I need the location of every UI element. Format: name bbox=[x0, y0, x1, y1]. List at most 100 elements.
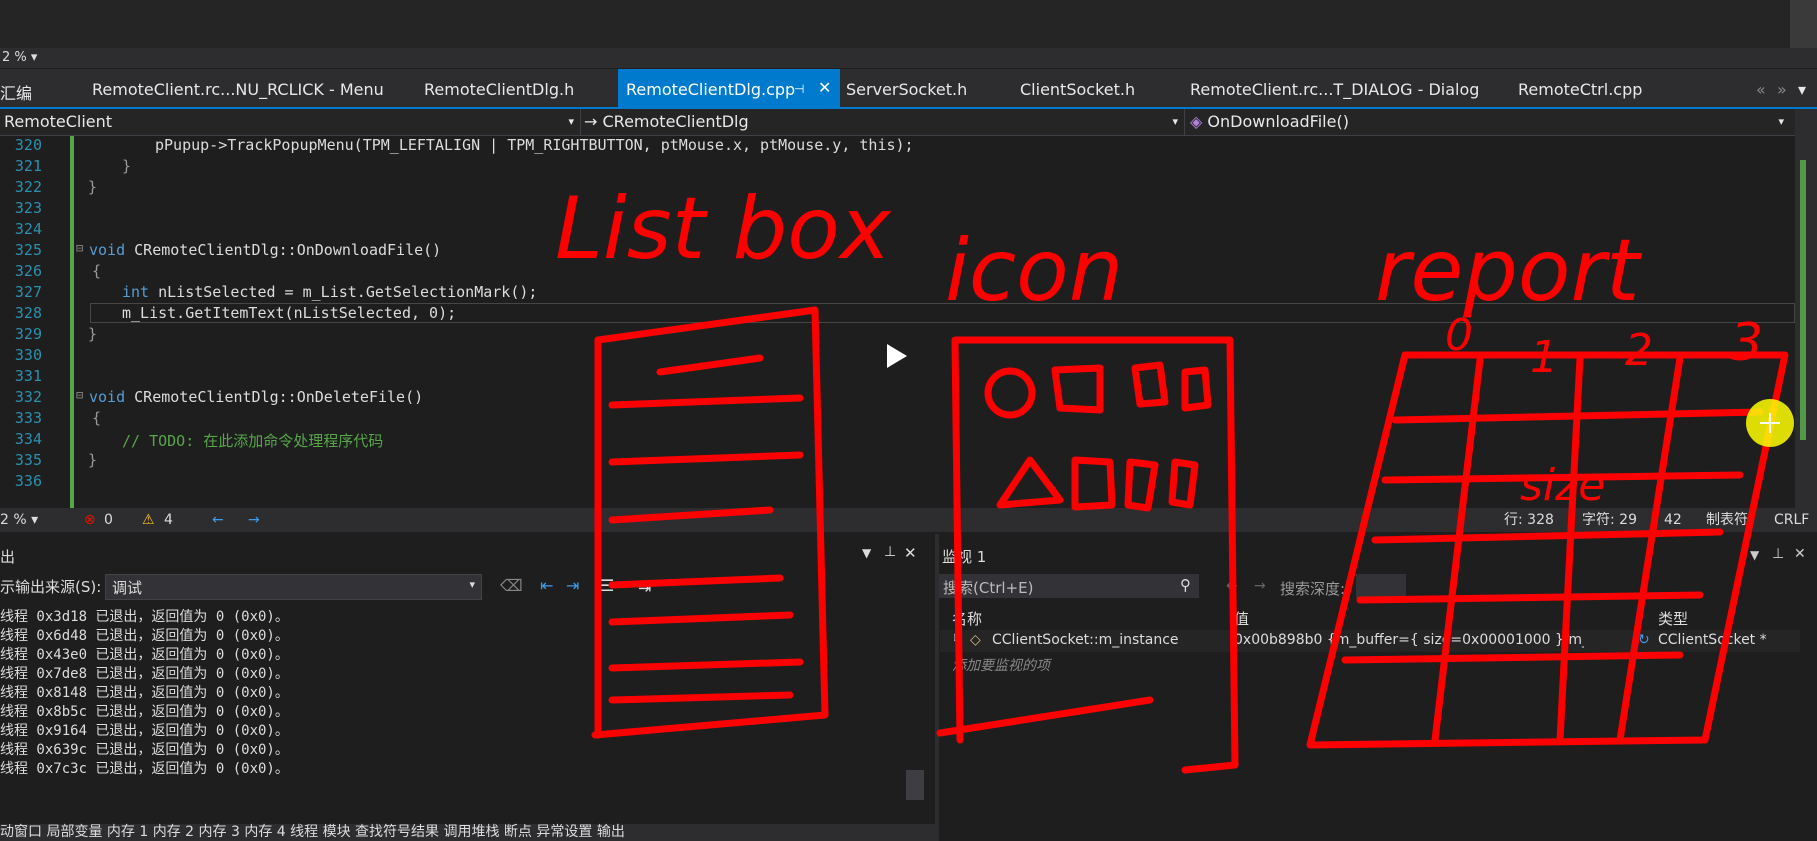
class-name: CRemoteClientDlg bbox=[602, 112, 749, 131]
watch-row-name: CClientSocket::m_instance bbox=[992, 632, 1179, 648]
expand-icon[interactable]: ▷ bbox=[954, 632, 962, 643]
watch-row-type: CClientSocket * bbox=[1658, 632, 1767, 648]
statement: nListSelected = m_List.GetSelectionMark(… bbox=[149, 283, 538, 301]
code-line-327: int nListSelected = m_List.GetSelectionM… bbox=[122, 283, 537, 301]
pin-icon[interactable]: ⊣ bbox=[794, 82, 804, 96]
forward-arrow-icon[interactable]: → bbox=[248, 508, 260, 532]
brace-close: } bbox=[88, 451, 98, 469]
tab-dialog-resource[interactable]: RemoteClient.rc...T_DIALOG - Dialog bbox=[1190, 80, 1479, 99]
log-line: 线程 0x639c 已退出，返回值为 0 (0x0)。 bbox=[0, 742, 289, 758]
code-line-325: void CRemoteClientDlg::OnDownloadFile() bbox=[89, 241, 441, 259]
brace-open: { bbox=[92, 409, 102, 427]
member-name: OnDownloadFile() bbox=[1207, 112, 1349, 131]
output-panel-title: 出 bbox=[0, 548, 16, 566]
output-source-select[interactable]: 调试 ▾ bbox=[105, 574, 482, 600]
top-toolbar-area bbox=[0, 0, 1817, 48]
log-line: 线程 0x3d18 已退出，返回值为 0 (0x0)。 bbox=[0, 609, 289, 625]
brace-open: { bbox=[92, 262, 102, 280]
close-tab-icon[interactable]: ✕ bbox=[818, 78, 831, 97]
project-name: RemoteClient bbox=[4, 112, 113, 131]
code-line-334: // TODO: 在此添加命令处理程序代码 bbox=[122, 432, 384, 450]
output-scrollbar[interactable] bbox=[906, 770, 924, 800]
chevron-down-icon: ▾ bbox=[1172, 115, 1178, 128]
chevron-down-icon: ▾ bbox=[568, 115, 574, 128]
error-icon[interactable]: ⊗ bbox=[84, 508, 96, 532]
column-indicator: 字符: 29 bbox=[1582, 512, 1637, 528]
panel-dropdown-icon[interactable]: ▼ bbox=[1750, 548, 1759, 562]
warning-icon[interactable]: ⚠ bbox=[142, 508, 155, 532]
warning-count: 4 bbox=[164, 512, 173, 528]
tab-remoteclientdlg-cpp[interactable]: RemoteClientDlg.cpp ⊣ ✕ bbox=[618, 69, 840, 107]
watch-column-value: 值 bbox=[1234, 610, 1250, 628]
watch-column-type: 类型 bbox=[1658, 610, 1689, 628]
document-tab-bar: 汇编 RemoteClient.rc...NU_RCLICK - Menu Re… bbox=[0, 69, 1817, 109]
log-line: 线程 0x7de8 已退出，返回值为 0 (0x0)。 bbox=[0, 666, 289, 682]
tab-scroll-left-icon[interactable]: « bbox=[1756, 80, 1766, 99]
chevron-down-icon: ▾ bbox=[1778, 115, 1784, 128]
zoom-level[interactable]: 2 % ▾ bbox=[0, 508, 38, 532]
watch-row[interactable]: ▷ ◇ CClientSocket::m_instance 0x00b898b0… bbox=[940, 630, 1800, 652]
tab-disassembly[interactable]: 汇编 bbox=[0, 80, 32, 104]
output-source-label: 示输出来源(S): bbox=[0, 578, 102, 596]
clear-icon[interactable]: ⌫ bbox=[500, 576, 523, 595]
word-wrap-icon[interactable]: ↹ bbox=[638, 576, 651, 595]
search-icon[interactable]: ⚲ bbox=[1180, 576, 1191, 594]
close-panel-icon[interactable]: ✕ bbox=[1794, 546, 1806, 562]
panel-dropdown-icon[interactable]: ▼ bbox=[862, 546, 871, 560]
collapse-icon[interactable]: ⊟ bbox=[76, 241, 83, 255]
watch-column-name: 名称 bbox=[952, 610, 983, 628]
keyword: int bbox=[122, 283, 150, 301]
indent-left-icon[interactable]: ⇤ bbox=[540, 576, 553, 595]
tab-label: RemoteClientDlg.cpp bbox=[626, 80, 796, 99]
close-panel-icon[interactable]: ✕ bbox=[904, 544, 917, 562]
char-indicator: 42 bbox=[1664, 512, 1682, 528]
refresh-icon[interactable]: ↻ bbox=[1638, 632, 1650, 648]
top-horizontal-scrollbar[interactable] bbox=[0, 48, 1817, 68]
tab-dropdown-icon[interactable]: ▾ bbox=[1798, 80, 1806, 99]
editor-vertical-scrollbar[interactable] bbox=[1795, 109, 1817, 509]
member-dropdown[interactable]: ◈ OnDownloadFile() ▾ bbox=[1190, 109, 1790, 135]
scrollbar-change-marker bbox=[1800, 160, 1806, 440]
search-depth-label: 搜索深度: bbox=[1280, 580, 1346, 598]
signature: CRemoteClientDlg::OnDeleteFile() bbox=[125, 388, 424, 406]
variable-icon: ◇ bbox=[970, 632, 981, 648]
search-depth-select[interactable] bbox=[1356, 574, 1406, 598]
back-arrow-icon[interactable]: ← bbox=[212, 508, 224, 532]
method-icon: ◈ bbox=[1190, 112, 1203, 131]
zoom-level-top[interactable]: 2 % ▾ bbox=[0, 48, 50, 68]
pin-icon[interactable]: ⊥ bbox=[1772, 546, 1784, 562]
clear-all-icon[interactable]: ☰ bbox=[600, 576, 614, 595]
tab-menu-resource[interactable]: RemoteClient.rc...NU_RCLICK - Menu bbox=[92, 80, 384, 99]
indent-right-icon[interactable]: ⇥ bbox=[566, 576, 579, 595]
project-dropdown[interactable]: RemoteClient ▾ bbox=[0, 109, 581, 135]
top-scrollbar[interactable] bbox=[1790, 0, 1817, 48]
pin-icon[interactable]: ⊥ bbox=[884, 544, 896, 560]
current-line-highlight bbox=[90, 303, 1795, 323]
collapse-icon[interactable]: ⊟ bbox=[76, 388, 83, 402]
brace-close: } bbox=[88, 325, 98, 343]
forward-arrow-icon[interactable]: → bbox=[1254, 578, 1266, 594]
tab-remotectrl-cpp[interactable]: RemoteCtrl.cpp bbox=[1518, 80, 1642, 99]
watch-panel-title: 监视 1 bbox=[942, 548, 987, 566]
search-placeholder: 搜索(Ctrl+E) bbox=[943, 579, 1034, 597]
output-source-value: 调试 bbox=[112, 579, 143, 597]
class-dropdown[interactable]: → CRemoteClientDlg ▾ bbox=[584, 109, 1185, 135]
line-ending-indicator[interactable]: CRLF bbox=[1774, 508, 1809, 532]
code-line-332: void CRemoteClientDlg::OnDeleteFile() bbox=[89, 388, 423, 406]
line-indicator: 行: 328 bbox=[1504, 512, 1554, 528]
tab-remoteclientdlg-h[interactable]: RemoteClientDlg.h bbox=[424, 80, 574, 99]
bottom-tool-tabs[interactable]: 动窗口 局部变量 内存 1 内存 2 内存 3 内存 4 线程 模块 查找符号结… bbox=[0, 824, 935, 841]
add-watch-hint[interactable]: 添加要监视的项 bbox=[952, 655, 1050, 675]
log-line: 线程 0x8148 已退出，返回值为 0 (0x0)。 bbox=[0, 685, 289, 701]
keyword: void bbox=[89, 241, 126, 259]
bottom-tabs-label: 动窗口 局部变量 内存 1 内存 2 内存 3 内存 4 线程 模块 查找符号结… bbox=[0, 824, 625, 840]
tab-clientsocket-h[interactable]: ClientSocket.h bbox=[1020, 80, 1135, 99]
chevron-down-icon: ▾ bbox=[469, 578, 475, 591]
log-line: 线程 0x43e0 已退出，返回值为 0 (0x0)。 bbox=[0, 647, 289, 663]
tab-serversocket-h[interactable]: ServerSocket.h bbox=[846, 80, 967, 99]
back-arrow-icon[interactable]: ← bbox=[1226, 578, 1238, 594]
watch-search-input[interactable]: 搜索(Ctrl+E) ⚲ bbox=[939, 574, 1199, 598]
tab-mode-indicator[interactable]: 制表符 bbox=[1706, 508, 1748, 532]
play-icon[interactable] bbox=[885, 342, 909, 370]
tab-scroll-right-icon[interactable]: » bbox=[1777, 80, 1787, 99]
